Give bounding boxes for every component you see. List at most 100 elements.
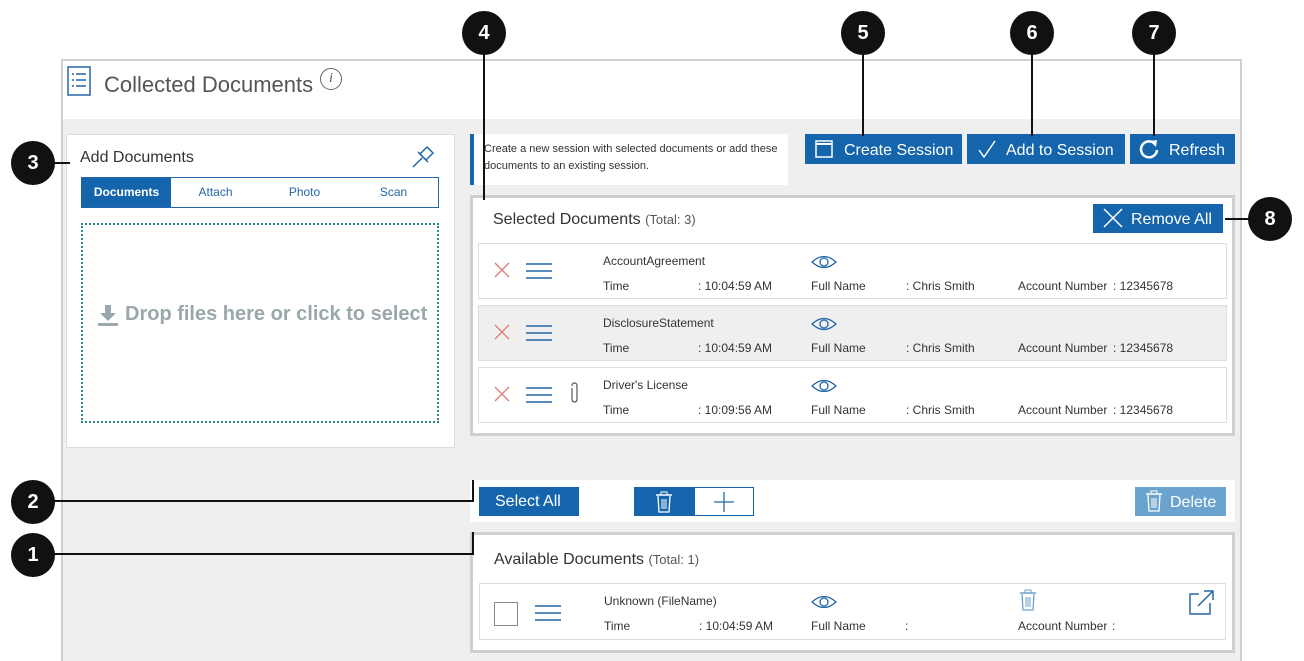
- full-name-label: Full Name: [811, 341, 866, 355]
- tab-attach[interactable]: Attach: [171, 178, 260, 207]
- table-row: DisclosureStatement Time : 10:04:59 AM F…: [478, 305, 1227, 361]
- callout-line-2: [51, 500, 474, 502]
- menu-icon[interactable]: [535, 605, 561, 621]
- eye-icon[interactable]: [811, 594, 837, 610]
- info-icon[interactable]: i: [320, 68, 342, 90]
- trash-toggle-button[interactable]: [634, 487, 694, 516]
- callout-marker-7: 7: [1132, 11, 1176, 55]
- menu-icon[interactable]: [526, 325, 552, 341]
- time-value: : 10:04:59 AM: [698, 279, 773, 293]
- refresh-icon: [1139, 140, 1159, 159]
- remove-icon[interactable]: [493, 261, 511, 279]
- session-note-text: Create a new session with selected docum…: [484, 143, 778, 172]
- callout-line-1: [51, 553, 474, 555]
- selected-documents-title: Selected Documents (Total: 3): [493, 211, 696, 229]
- callout-marker-8: 8: [1248, 197, 1292, 241]
- available-toolbar: [470, 480, 1235, 522]
- document-name: AccountAgreement: [603, 254, 706, 268]
- remove-icon[interactable]: [493, 323, 511, 341]
- dropzone-label: Drop files here or click to select: [125, 303, 428, 325]
- menu-icon[interactable]: [526, 387, 552, 403]
- document-name: DisclosureStatement: [603, 316, 714, 330]
- time-value: : 10:09:56 AM: [698, 403, 773, 417]
- document-name: Unknown (FileName): [604, 594, 717, 608]
- callout-line-6: [1031, 50, 1033, 136]
- time-label: Time: [604, 619, 631, 633]
- page-title: Collected Documents: [104, 72, 314, 97]
- close-icon: [1103, 208, 1123, 228]
- trash-icon: [656, 491, 672, 513]
- callout-line-2-vertical: [472, 480, 474, 502]
- account-number-label: Account Number: [1018, 403, 1108, 417]
- account-number-value: : 12345678: [1113, 403, 1174, 417]
- callout-marker-4: 4: [462, 11, 506, 55]
- refresh-button[interactable]: Refresh: [1130, 134, 1235, 164]
- create-session-label: Create Session: [844, 142, 954, 159]
- account-number-label: Account Number: [1018, 619, 1108, 633]
- add-documents-title: Add Documents: [80, 149, 194, 166]
- time-label: Time: [603, 403, 630, 417]
- trash-icon[interactable]: [1019, 589, 1037, 611]
- callout-marker-5: 5: [841, 11, 885, 55]
- remove-all-button[interactable]: Remove All: [1093, 204, 1223, 233]
- table-row: Unknown (FileName) Time : 10:04:59 AM Fu…: [479, 583, 1226, 640]
- account-number-label: Account Number: [1018, 279, 1108, 293]
- full-name-value: : Chris Smith: [906, 279, 975, 293]
- callout-line-1-vertical: [472, 532, 474, 554]
- eye-icon[interactable]: [811, 316, 837, 332]
- account-number-value: : 12345678: [1113, 279, 1174, 293]
- tab-documents[interactable]: Documents: [82, 178, 171, 207]
- callout-marker-1: 1: [11, 533, 55, 577]
- eye-icon[interactable]: [811, 378, 837, 394]
- checkmark-icon: [978, 140, 996, 159]
- full-name-label: Full Name: [811, 279, 866, 293]
- menu-icon[interactable]: [526, 263, 552, 279]
- remove-all-label: Remove All: [1131, 211, 1212, 228]
- callout-marker-3: 3: [11, 141, 55, 185]
- full-name-label: Full Name: [811, 403, 866, 417]
- time-label: Time: [603, 341, 630, 355]
- select-checkbox[interactable]: [494, 602, 518, 626]
- full-name-value: : Chris Smith: [906, 341, 975, 355]
- selected-title-text: Selected Documents: [493, 211, 641, 228]
- plus-icon: [714, 492, 734, 512]
- callout-line-4: [483, 50, 485, 200]
- available-title-text: Available Documents: [494, 551, 645, 568]
- add-to-session-button[interactable]: Add to Session: [967, 134, 1125, 164]
- pin-icon[interactable]: [409, 143, 437, 171]
- table-row: Driver's License Time : 10:09:56 AM Full…: [478, 367, 1227, 423]
- account-number-label: Account Number: [1018, 341, 1108, 355]
- eye-icon[interactable]: [811, 254, 837, 270]
- add-to-session-label: Add to Session: [1006, 142, 1114, 159]
- selected-total: (Total: 3): [645, 212, 696, 227]
- delete-button[interactable]: Delete: [1135, 487, 1226, 516]
- time-value: : 10:04:59 AM: [698, 341, 773, 355]
- trash-icon: [1146, 490, 1162, 512]
- remove-icon[interactable]: [493, 385, 511, 403]
- time-label: Time: [603, 279, 630, 293]
- callout-line-5: [862, 50, 864, 136]
- select-all-button[interactable]: Select All: [479, 487, 579, 516]
- available-documents-title: Available Documents (Total: 1): [494, 551, 699, 569]
- refresh-label: Refresh: [1169, 142, 1226, 159]
- tab-scan[interactable]: Scan: [349, 178, 438, 207]
- delete-label: Delete: [1170, 494, 1217, 511]
- create-session-button[interactable]: Create Session: [805, 134, 962, 164]
- add-toggle-button[interactable]: [694, 487, 754, 516]
- full-name-value: : Chris Smith: [906, 403, 975, 417]
- full-name-label: Full Name: [811, 619, 866, 633]
- tab-photo[interactable]: Photo: [260, 178, 349, 207]
- document-list-icon: [67, 66, 91, 96]
- download-icon: [98, 305, 118, 326]
- account-number-value: : 12345678: [1113, 341, 1174, 355]
- add-documents-tabs: Documents Attach Photo Scan: [81, 177, 439, 208]
- time-value: : 10:04:59 AM: [699, 619, 774, 633]
- external-link-icon[interactable]: [1189, 589, 1215, 615]
- select-all-label: Select All: [495, 493, 561, 510]
- callout-line-7: [1153, 50, 1155, 136]
- callout-marker-6: 6: [1010, 11, 1054, 55]
- window-icon: [815, 140, 833, 158]
- table-row: AccountAgreement Time : 10:04:59 AM Full…: [478, 243, 1227, 299]
- full-name-value: :: [905, 619, 909, 633]
- callout-marker-2: 2: [11, 480, 55, 524]
